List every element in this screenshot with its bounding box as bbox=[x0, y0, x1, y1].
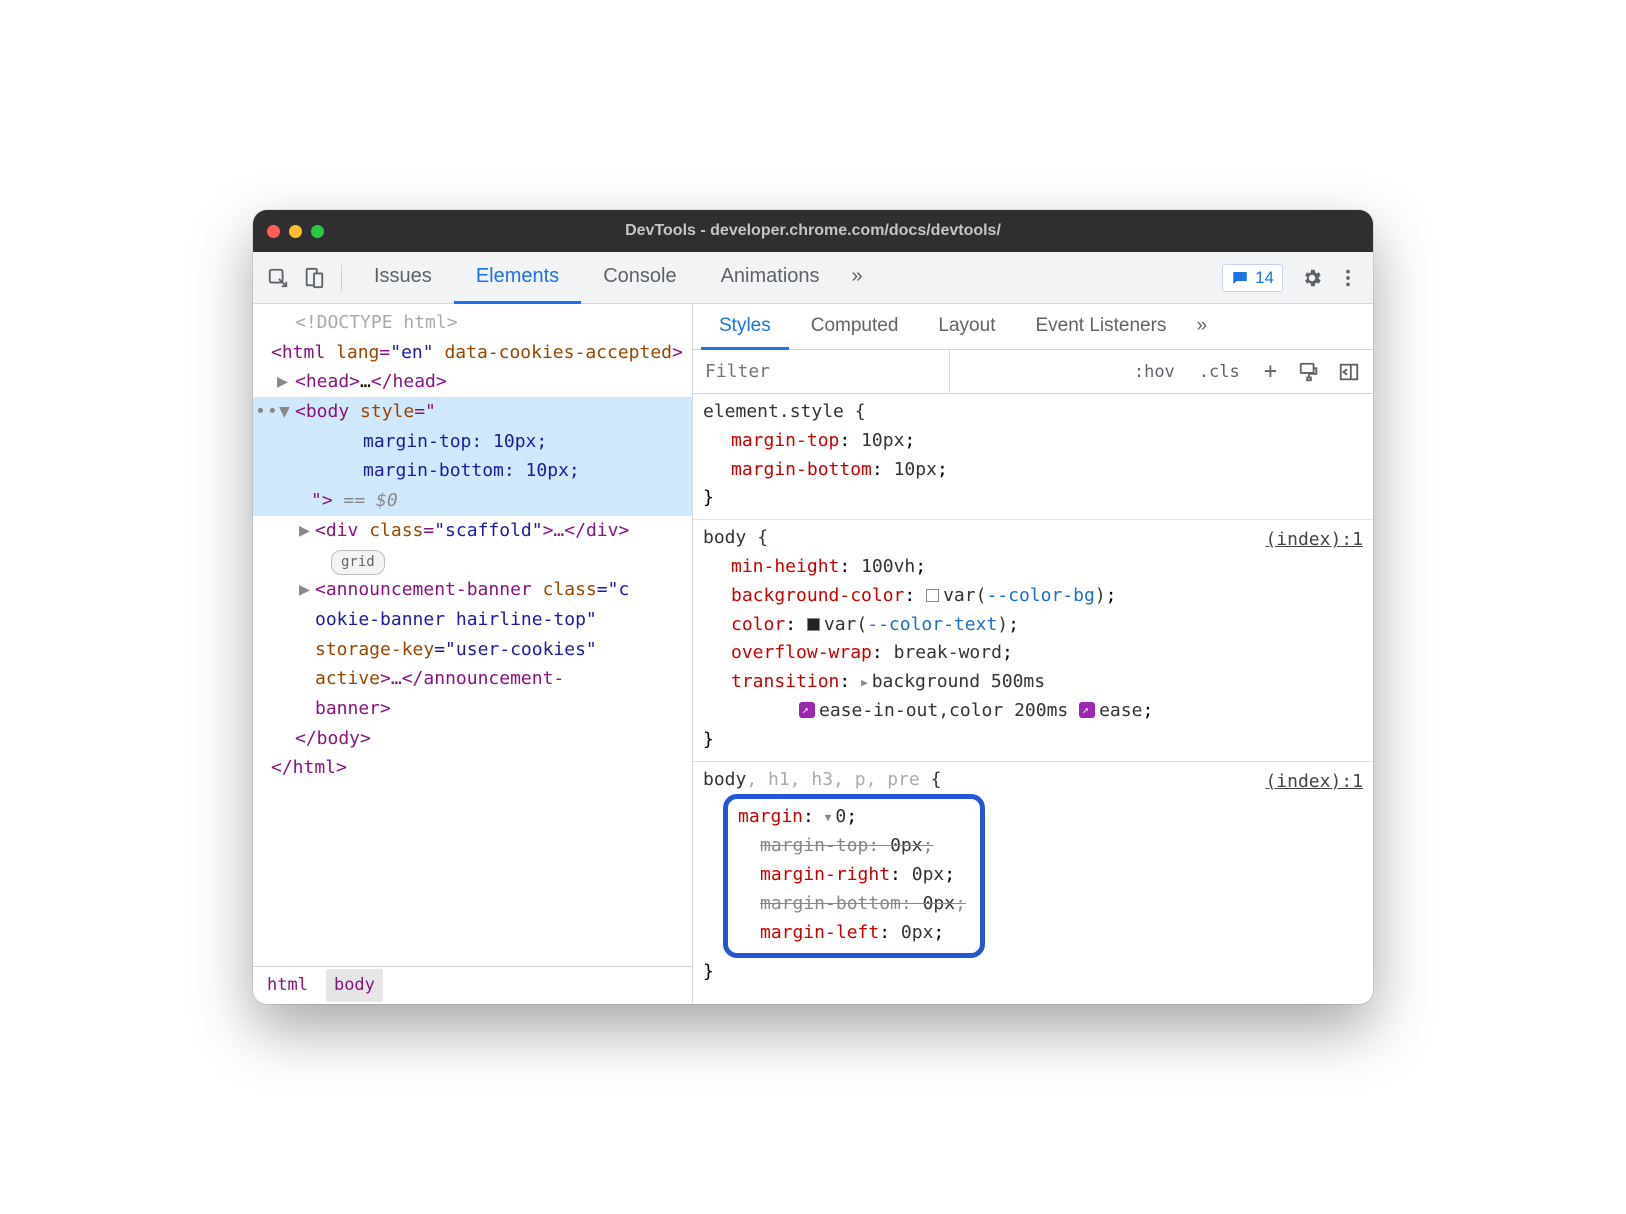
paint-icon[interactable] bbox=[1295, 358, 1323, 386]
dom-div-scaffold[interactable]: ▶<div class="scaffold">…</div> bbox=[253, 516, 692, 546]
rule-source-link[interactable]: (index):1 bbox=[1265, 526, 1363, 555]
cls-button[interactable]: .cls bbox=[1193, 362, 1246, 382]
rule-source-link[interactable]: (index):1 bbox=[1265, 768, 1363, 797]
rule-body[interactable]: (index):1 body { min-height: 100vh; back… bbox=[693, 520, 1373, 761]
dom-body-close-tag[interactable]: "> == $0 bbox=[253, 486, 692, 516]
split-view: <!DOCTYPE html> <html lang="en" data-coo… bbox=[253, 304, 1373, 1004]
more-options-icon[interactable] bbox=[1331, 261, 1365, 295]
traffic-lights bbox=[267, 225, 324, 238]
tab-styles[interactable]: Styles bbox=[701, 305, 789, 350]
tab-animations[interactable]: Animations bbox=[699, 252, 842, 304]
dom-body-selected[interactable]: •••▼<body style=" bbox=[253, 397, 692, 427]
styles-filter-input[interactable] bbox=[693, 350, 950, 393]
color-swatch-icon[interactable] bbox=[807, 618, 820, 631]
styles-rules: element.style { margin-top: 10px; margin… bbox=[693, 394, 1373, 1004]
tab-computed[interactable]: Computed bbox=[793, 305, 917, 350]
dom-banner-l2[interactable]: ookie-banner hairline-top" bbox=[253, 605, 692, 635]
rule-element-style[interactable]: element.style { margin-top: 10px; margin… bbox=[693, 394, 1373, 520]
dom-banner-l3[interactable]: storage-key="user-cookies" bbox=[253, 635, 692, 665]
tab-event-listeners[interactable]: Event Listeners bbox=[1017, 305, 1184, 350]
dom-html-open[interactable]: <html lang="en" data-cookies-accepted> bbox=[253, 338, 692, 368]
titlebar: DevTools - developer.chrome.com/docs/dev… bbox=[253, 210, 1373, 252]
dom-head[interactable]: ▶<head>…</head> bbox=[253, 367, 692, 397]
dom-banner-l4[interactable]: active>…</announcement- bbox=[253, 664, 692, 694]
close-window-icon[interactable] bbox=[267, 225, 280, 238]
rule-body-reset[interactable]: (index):1 body, h1, h3, p, pre { margin:… bbox=[693, 762, 1373, 994]
styles-panel: Styles Computed Layout Event Listeners »… bbox=[693, 304, 1373, 1004]
crumb-body[interactable]: body bbox=[326, 969, 383, 1001]
tab-console[interactable]: Console bbox=[581, 252, 698, 304]
tabs-overflow-icon[interactable]: » bbox=[842, 252, 873, 304]
tab-issues[interactable]: Issues bbox=[352, 252, 454, 304]
dom-banner-l1[interactable]: ▶<announcement-banner class="c bbox=[253, 575, 692, 605]
dom-tree[interactable]: <!DOCTYPE html> <html lang="en" data-coo… bbox=[253, 304, 692, 966]
zoom-window-icon[interactable] bbox=[311, 225, 324, 238]
dom-body-close[interactable]: </body> bbox=[253, 724, 692, 754]
crumb-html[interactable]: html bbox=[267, 971, 308, 999]
messages-count: 14 bbox=[1255, 268, 1274, 288]
color-swatch-icon[interactable] bbox=[926, 589, 939, 602]
bezier-icon[interactable] bbox=[1079, 702, 1095, 718]
devtools-window: DevTools - developer.chrome.com/docs/dev… bbox=[253, 210, 1373, 1004]
filter-row: :hov .cls + bbox=[693, 350, 1373, 394]
highlighted-longhands: margin: 0; margin-top: 0px; margin-right… bbox=[723, 794, 985, 958]
side-tabs-overflow-icon[interactable]: » bbox=[1188, 305, 1215, 350]
dom-body-style-2[interactable]: margin-bottom: 10px; bbox=[253, 456, 692, 486]
main-tabs: Issues Elements Console Animations » bbox=[352, 252, 873, 303]
new-rule-button[interactable]: + bbox=[1258, 359, 1283, 384]
breadcrumb: html body bbox=[253, 966, 692, 1004]
tab-layout[interactable]: Layout bbox=[920, 305, 1013, 350]
separator bbox=[341, 265, 342, 291]
settings-icon[interactable] bbox=[1295, 261, 1329, 295]
elements-panel: <!DOCTYPE html> <html lang="en" data-coo… bbox=[253, 304, 693, 1004]
hov-button[interactable]: :hov bbox=[1128, 362, 1181, 382]
device-toggle-icon[interactable] bbox=[297, 261, 331, 295]
minimize-window-icon[interactable] bbox=[289, 225, 302, 238]
inspect-element-icon[interactable] bbox=[261, 261, 295, 295]
main-toolbar: Issues Elements Console Animations » 14 bbox=[253, 252, 1373, 304]
window-title: DevTools - developer.chrome.com/docs/dev… bbox=[253, 222, 1373, 240]
bezier-icon[interactable] bbox=[799, 702, 815, 718]
grid-badge[interactable]: grid bbox=[253, 546, 692, 576]
dom-body-style-1[interactable]: margin-top: 10px; bbox=[253, 427, 692, 457]
side-tabs: Styles Computed Layout Event Listeners » bbox=[693, 304, 1373, 350]
dom-html-close[interactable]: </html> bbox=[253, 753, 692, 783]
tab-elements[interactable]: Elements bbox=[454, 252, 581, 304]
toggle-sidebar-icon[interactable] bbox=[1335, 358, 1363, 386]
messages-badge[interactable]: 14 bbox=[1222, 264, 1283, 292]
dom-banner-l5[interactable]: banner> bbox=[253, 694, 692, 724]
dom-doctype[interactable]: <!DOCTYPE html> bbox=[253, 308, 692, 338]
